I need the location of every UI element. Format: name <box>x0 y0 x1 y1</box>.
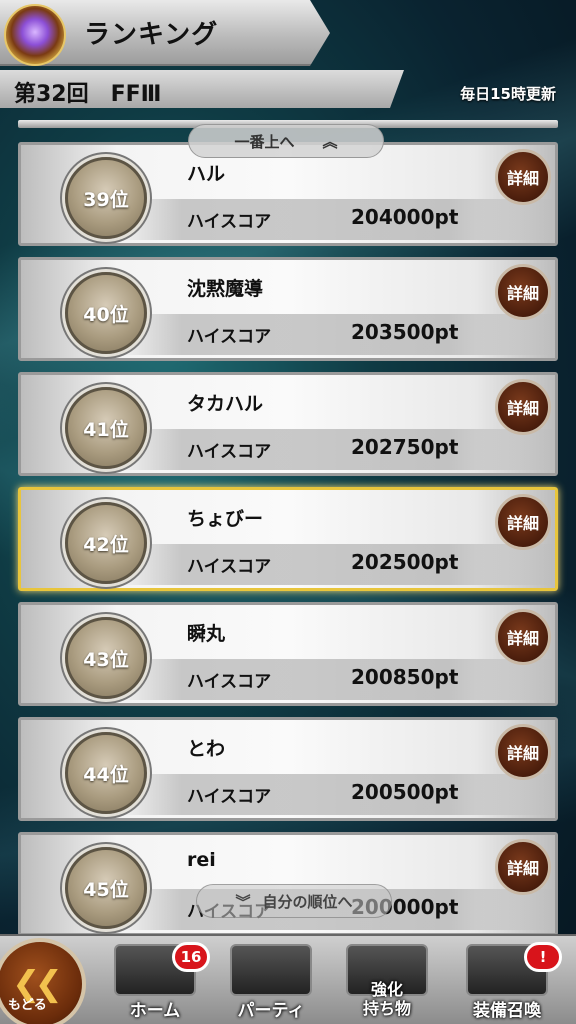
scroll-to-top-button[interactable]: 一番上へ ︽ <box>188 124 384 158</box>
nav-party-label: パーティ <box>237 1001 305 1021</box>
rank-badge: 43位 <box>65 617 147 699</box>
detail-button[interactable]: 詳細 <box>495 149 551 205</box>
score-label: ハイスコア <box>187 672 272 692</box>
rank-badge: 44位 <box>65 732 147 814</box>
scroll-to-top-label: 一番上へ <box>234 132 295 151</box>
detail-button[interactable]: 詳細 <box>495 264 551 320</box>
player-name: ハル <box>187 163 226 185</box>
rank-text: 40位 <box>83 303 129 326</box>
ranking-row: 40位 沈黙魔導ハイスコア 203500pt 詳細 <box>18 257 558 361</box>
page-title: ランキング <box>84 20 219 50</box>
detail-label: 詳細 <box>506 284 539 303</box>
score-label: ハイスコア <box>187 557 272 577</box>
nav-home[interactable]: ホーム 16 <box>100 938 210 1024</box>
detail-label: 詳細 <box>506 744 539 763</box>
rank-badge: 40位 <box>65 272 147 354</box>
chess-pieces-icon <box>230 944 312 996</box>
detail-label: 詳細 <box>506 629 539 648</box>
rank-text: 45位 <box>83 878 129 901</box>
score-label: ハイスコア <box>187 787 272 807</box>
detail-label: 詳細 <box>506 399 539 418</box>
double-chevron-up-icon: ︽ <box>322 132 338 151</box>
crystal-emblem-icon <box>4 4 66 66</box>
detail-button[interactable]: 詳細 <box>495 609 551 665</box>
update-schedule: 毎日15時更新 <box>460 85 556 103</box>
detail-button[interactable]: 詳細 <box>495 724 551 780</box>
detail-button[interactable]: 詳細 <box>495 839 551 895</box>
player-name: 沈黙魔導 <box>187 278 264 300</box>
nav-summon-label: 装備召喚 <box>473 1001 541 1021</box>
score-value: 202750pt <box>351 435 459 459</box>
detail-button[interactable]: 詳細 <box>495 379 551 435</box>
rank-text: 42位 <box>83 533 129 556</box>
detail-label: 詳細 <box>506 169 539 188</box>
score-value: 200500pt <box>351 780 459 804</box>
score-value: 200850pt <box>351 665 459 689</box>
double-chevron-down-icon: ︾ <box>235 892 251 911</box>
score-value: 203500pt <box>351 320 459 344</box>
score-label: ハイスコア <box>187 327 272 347</box>
nav-enhance[interactable]: 強化 持ち物 <box>332 938 442 1024</box>
ranking-row: 41位 タカハルハイスコア 202750pt 詳細 <box>18 372 558 476</box>
rank-text: 39位 <box>83 188 129 211</box>
rank-text: 44位 <box>83 763 129 786</box>
ranking-row: 42位 ちょびーハイスコア 202500pt 詳細 <box>18 487 558 591</box>
rank-badge: 41位 <box>65 387 147 469</box>
score-value: 204000pt <box>351 205 459 229</box>
player-name: 瞬丸 <box>187 623 226 645</box>
event-title: 第32回 FFⅢ <box>14 82 162 107</box>
detail-button[interactable]: 詳細 <box>495 494 551 550</box>
back-label: もどる <box>8 998 47 1013</box>
nav-home-label: ホーム <box>129 1001 181 1021</box>
nav-party[interactable]: パーティ <box>216 938 326 1024</box>
nav-summon[interactable]: 装備召喚 ! <box>452 938 562 1024</box>
rank-text: 43位 <box>83 648 129 671</box>
player-name: とわ <box>187 738 226 760</box>
ranking-row: 43位 瞬丸ハイスコア 200850pt 詳細 <box>18 602 558 706</box>
player-name: タカハル <box>187 393 264 415</box>
score-label: ハイスコア <box>187 212 272 232</box>
ranking-row: 44位 とわハイスコア 200500pt 詳細 <box>18 717 558 821</box>
rank-badge: 42位 <box>65 502 147 584</box>
rank-text: 41位 <box>83 418 129 441</box>
nav-enhance-label: 強化 持ち物 <box>362 980 411 1018</box>
scroll-to-self-button[interactable]: ︾ 自分の順位へ <box>196 884 392 918</box>
score-value: 202500pt <box>351 550 459 574</box>
summon-notification-badge: ! <box>524 942 562 972</box>
player-name: ちょびー <box>187 508 264 530</box>
rank-badge: 45位 <box>65 847 147 929</box>
detail-label: 詳細 <box>506 859 539 878</box>
rank-badge: 39位 <box>65 157 147 239</box>
scroll-to-self-label: 自分の順位へ <box>262 892 353 911</box>
detail-label: 詳細 <box>506 514 539 533</box>
home-notification-badge: 16 <box>172 942 210 972</box>
score-label: ハイスコア <box>187 442 272 462</box>
player-name: rei <box>187 849 216 871</box>
